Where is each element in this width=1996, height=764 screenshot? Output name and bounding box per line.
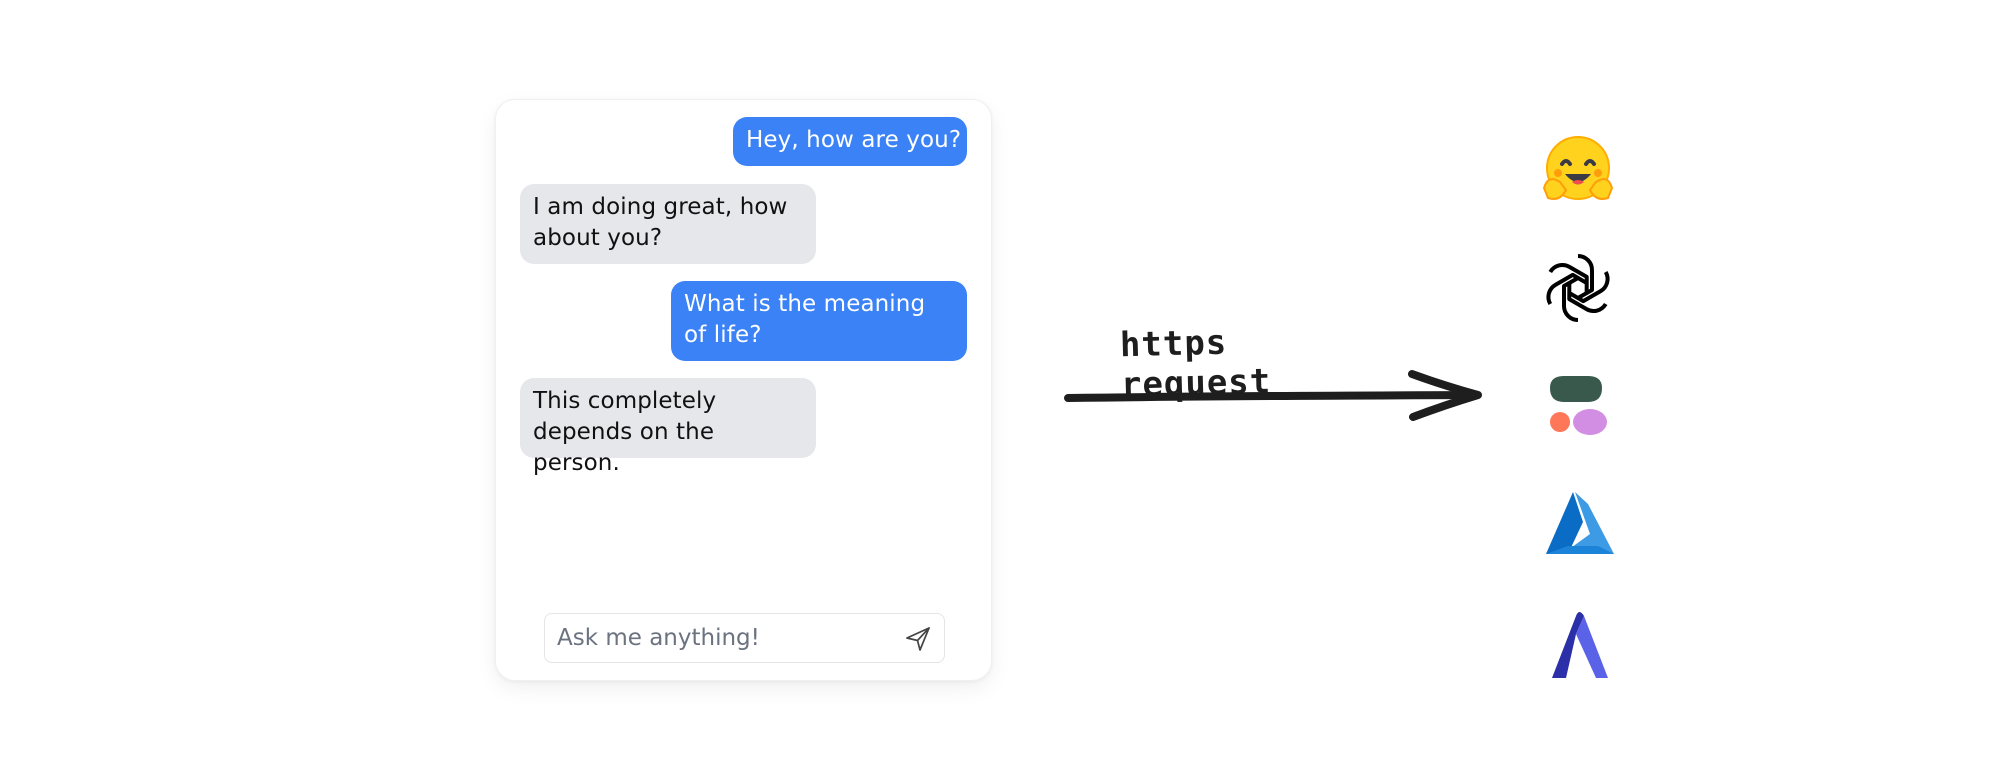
cohere-icon: [1550, 376, 1607, 435]
user-message-bubble: What is the meaning of life?: [671, 281, 967, 361]
chat-window: Hey, how are you? I am doing great, how …: [495, 99, 992, 681]
arrow-right-icon: [1064, 370, 1482, 421]
chat-input-box: [544, 613, 945, 663]
user-message-bubble: Hey, how are you?: [733, 117, 967, 166]
chat-input[interactable]: [557, 614, 887, 662]
hugging-face-icon: [1542, 136, 1614, 200]
assistant-message-bubble: I am doing great, how about you?: [520, 184, 816, 264]
send-icon[interactable]: [904, 625, 932, 653]
assistant-message-bubble: This completely depends on the person.: [520, 378, 816, 476]
azure-icon: [1546, 492, 1614, 554]
openai-icon: [1546, 254, 1610, 322]
anyscale-icon: [1552, 612, 1608, 678]
